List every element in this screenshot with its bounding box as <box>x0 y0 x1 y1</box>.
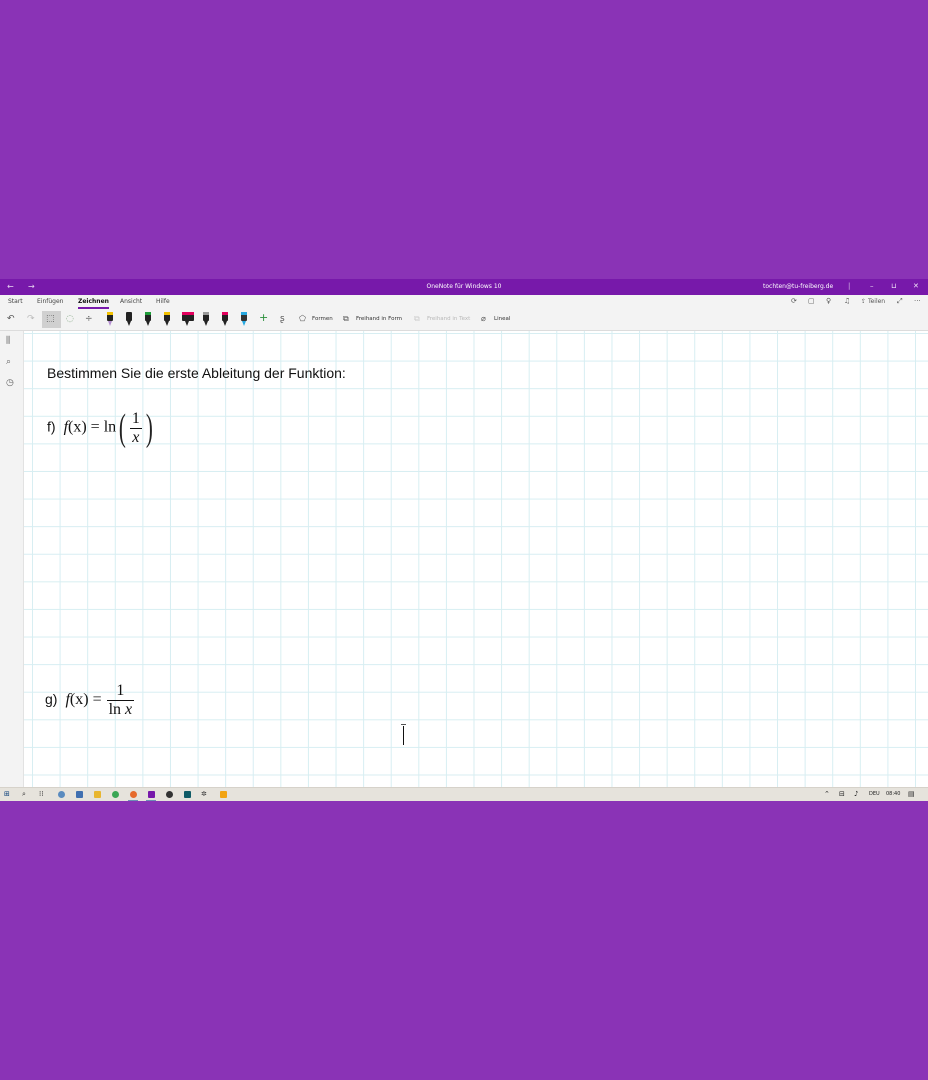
redo-icon[interactable]: ↷ <box>27 313 35 325</box>
tab-start[interactable]: Start <box>8 298 23 305</box>
instruction-text: Bestimmen Sie die erste Ableitung der Fu… <box>47 365 346 381</box>
tab-einfuegen[interactable]: Einfügen <box>37 298 63 305</box>
lasso-select-icon: ⬚ <box>46 314 55 324</box>
separator: | <box>848 282 851 290</box>
app-icon-dark[interactable] <box>184 791 191 798</box>
ruler-button[interactable]: Lineal <box>494 316 510 322</box>
ink-to-text-icon: ⧉ <box>414 314 420 323</box>
problem-f: f) f(x) = ln(1 x) <box>47 409 155 447</box>
sync-icon[interactable]: ⟳ <box>791 297 797 305</box>
ruler-icon: ⌀ <box>481 314 486 323</box>
tab-hilfe[interactable]: Hilfe <box>156 298 170 305</box>
pen-green[interactable] <box>144 312 152 327</box>
search-icon[interactable]: ⌕ <box>6 357 11 367</box>
problem-f-eq: = <box>90 418 100 436</box>
tab-zeichnen[interactable]: Zeichnen <box>78 298 109 309</box>
taskbar: ⊞ ⌕ ⁞⁞ ✲ ⌃ ⊟ ♪ DEU 08:40 ▤ <box>0 787 928 801</box>
clock[interactable]: 08:40 <box>886 791 900 797</box>
pen-black-2[interactable] <box>125 312 133 327</box>
notifications-icon[interactable]: ▤ <box>908 790 915 798</box>
text-cursor <box>401 724 406 745</box>
touch-draw-icon[interactable]: ʂ <box>280 313 285 325</box>
account-name[interactable]: tochten@tu-freiberg.de <box>763 283 833 290</box>
app-icon-orange[interactable] <box>220 791 227 798</box>
shapes-icon: ⬠ <box>299 314 306 323</box>
problem-f-arg: (x) <box>68 418 87 436</box>
firefox-active-indicator <box>128 800 138 801</box>
tray-chevron-icon[interactable]: ⌃ <box>824 790 830 798</box>
notebooks-icon[interactable]: ⫼ <box>6 336 10 346</box>
eraser-icon[interactable]: ◌ <box>66 313 74 325</box>
highlighter-pink[interactable] <box>181 312 195 327</box>
language-indicator[interactable]: DEU <box>869 791 880 797</box>
taskbar-search-icon[interactable]: ⌕ <box>22 790 26 799</box>
ribbon-tabs: Start Einfügen Zeichnen Ansicht Hilfe ⟳ … <box>0 295 928 309</box>
problem-g-fraction: 1 ln x <box>106 682 135 719</box>
problem-g-den-ln: ln <box>108 701 122 718</box>
ink-to-shape-icon: ⧉ <box>343 314 349 323</box>
lightbulb-icon[interactable]: ♀ <box>826 297 831 305</box>
expand-icon[interactable]: ⤢ <box>897 297 903 306</box>
left-paren: ( <box>119 407 126 449</box>
network-icon[interactable]: ⊟ <box>839 790 845 798</box>
undo-icon[interactable]: ↶ <box>7 313 15 325</box>
add-pen-icon[interactable]: + <box>259 312 268 324</box>
problem-g-den-x: x <box>125 701 133 718</box>
onenote-window: ← → OneNote für Windows 10 tochten@tu-fr… <box>0 279 928 801</box>
problem-f-label: f) <box>47 418 56 435</box>
pen-gray[interactable] <box>202 312 210 327</box>
share-label: Teilen <box>867 298 886 305</box>
windows-start-icon[interactable]: ⊞ <box>4 790 10 799</box>
share-button[interactable]: ⇪ Teilen <box>861 298 885 305</box>
ink-to-text-button[interactable]: Freihand in Text <box>427 316 470 322</box>
volume-icon[interactable]: ♪ <box>854 790 858 798</box>
pen-black[interactable] <box>106 312 114 327</box>
ink-to-shape-button[interactable]: Freihand in Form <box>356 316 402 322</box>
draw-toolbar: ↶ ↷ ⬚ ◌ ÷ + ʂ ⬠ Formen ⧉ Freihand in For… <box>0 309 928 331</box>
minimize-button[interactable]: – <box>870 282 874 290</box>
onenote-taskbar-icon[interactable] <box>148 791 155 798</box>
restore-button[interactable]: ⊔ <box>891 282 896 290</box>
more-button[interactable]: ··· <box>914 297 921 305</box>
problem-f-num: 1 <box>131 409 140 427</box>
problem-f-den: x <box>129 427 142 447</box>
app-icon-obs[interactable] <box>166 791 173 798</box>
problem-g: g) f(x) = 1 ln x <box>45 682 135 719</box>
file-explorer-icon[interactable] <box>94 791 101 798</box>
problem-f-fraction: 1x <box>129 409 142 447</box>
note-canvas[interactable]: Bestimmen Sie die erste Ableitung der Fu… <box>24 331 928 787</box>
pen-magenta[interactable] <box>221 312 229 327</box>
shapes-button[interactable]: Formen <box>312 316 333 322</box>
close-button[interactable]: ✕ <box>913 282 919 290</box>
pen-yellow[interactable] <box>163 312 171 327</box>
right-paren: ) <box>145 407 153 449</box>
pen-blue[interactable] <box>240 312 248 327</box>
tab-ansicht[interactable]: Ansicht <box>120 298 142 305</box>
insert-space-icon[interactable]: ÷ <box>85 313 93 325</box>
problem-g-label: g) <box>45 691 58 708</box>
problem-g-arg: (x) <box>69 691 89 709</box>
notebook-icon[interactable]: ▢ <box>808 297 815 305</box>
app-icon-1[interactable] <box>58 791 65 798</box>
problem-f-ln: ln <box>103 418 117 436</box>
problem-g-num: 1 <box>116 682 125 699</box>
chrome-icon[interactable] <box>112 791 119 798</box>
app-icon-2[interactable] <box>76 791 83 798</box>
task-view-icon[interactable]: ⁞⁞ <box>39 790 43 799</box>
problem-g-den: ln x <box>106 700 135 719</box>
firefox-icon[interactable] <box>130 791 137 798</box>
problem-g-eq: = <box>92 691 102 709</box>
recent-clock-icon[interactable]: ◷ <box>6 378 14 388</box>
left-rail: ⫼ ⌕ ◷ <box>0 331 24 787</box>
settings-gear-icon[interactable]: ✲ <box>201 790 207 799</box>
onenote-active-indicator <box>146 800 156 801</box>
bell-icon[interactable]: ♫ <box>844 297 850 305</box>
title-bar: ← → OneNote für Windows 10 tochten@tu-fr… <box>0 279 928 295</box>
